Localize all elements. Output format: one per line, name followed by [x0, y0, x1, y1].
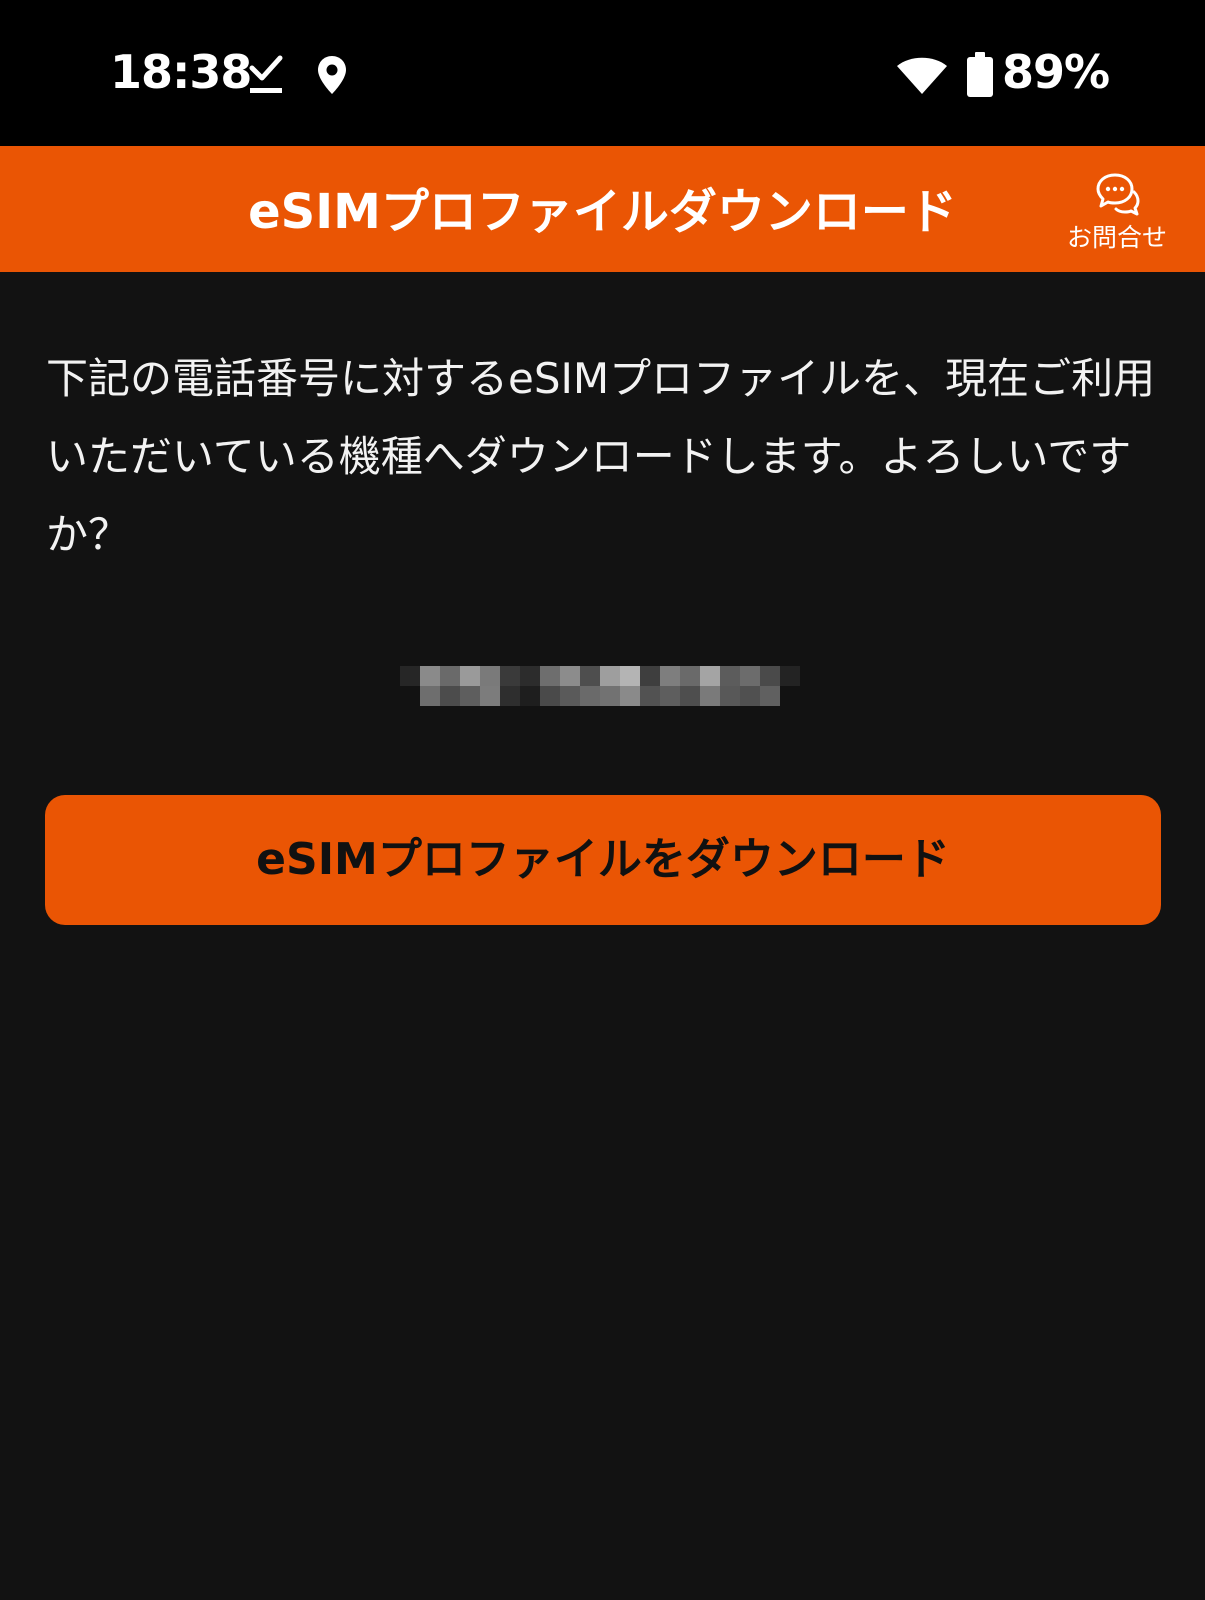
- download-done-icon: [249, 55, 283, 93]
- confirmation-message: 下記の電話番号に対するeSIMプロファイルを、現在ご利用いただいている機種へダウ…: [46, 354, 1156, 559]
- contact-button[interactable]: お問合せ: [1052, 170, 1182, 260]
- battery-icon: [967, 52, 993, 97]
- chat-bubbles-icon: [1096, 173, 1140, 216]
- page-title: eSIMプロファイルダウンロード: [248, 184, 957, 240]
- wifi-icon: [897, 57, 947, 94]
- location-pin-icon: [318, 56, 346, 94]
- battery-percentage: 89%: [1002, 45, 1110, 99]
- app-header: eSIMプロファイルダウンロード お問合せ: [0, 146, 1205, 272]
- contact-label: お問合せ: [1066, 223, 1167, 252]
- status-bar: 18:38 89%: [0, 0, 1205, 146]
- status-time: 18:38: [110, 45, 252, 99]
- download-esim-button[interactable]: eSIMプロファイルをダウンロード: [45, 795, 1161, 925]
- redacted-phone-number: [400, 660, 804, 706]
